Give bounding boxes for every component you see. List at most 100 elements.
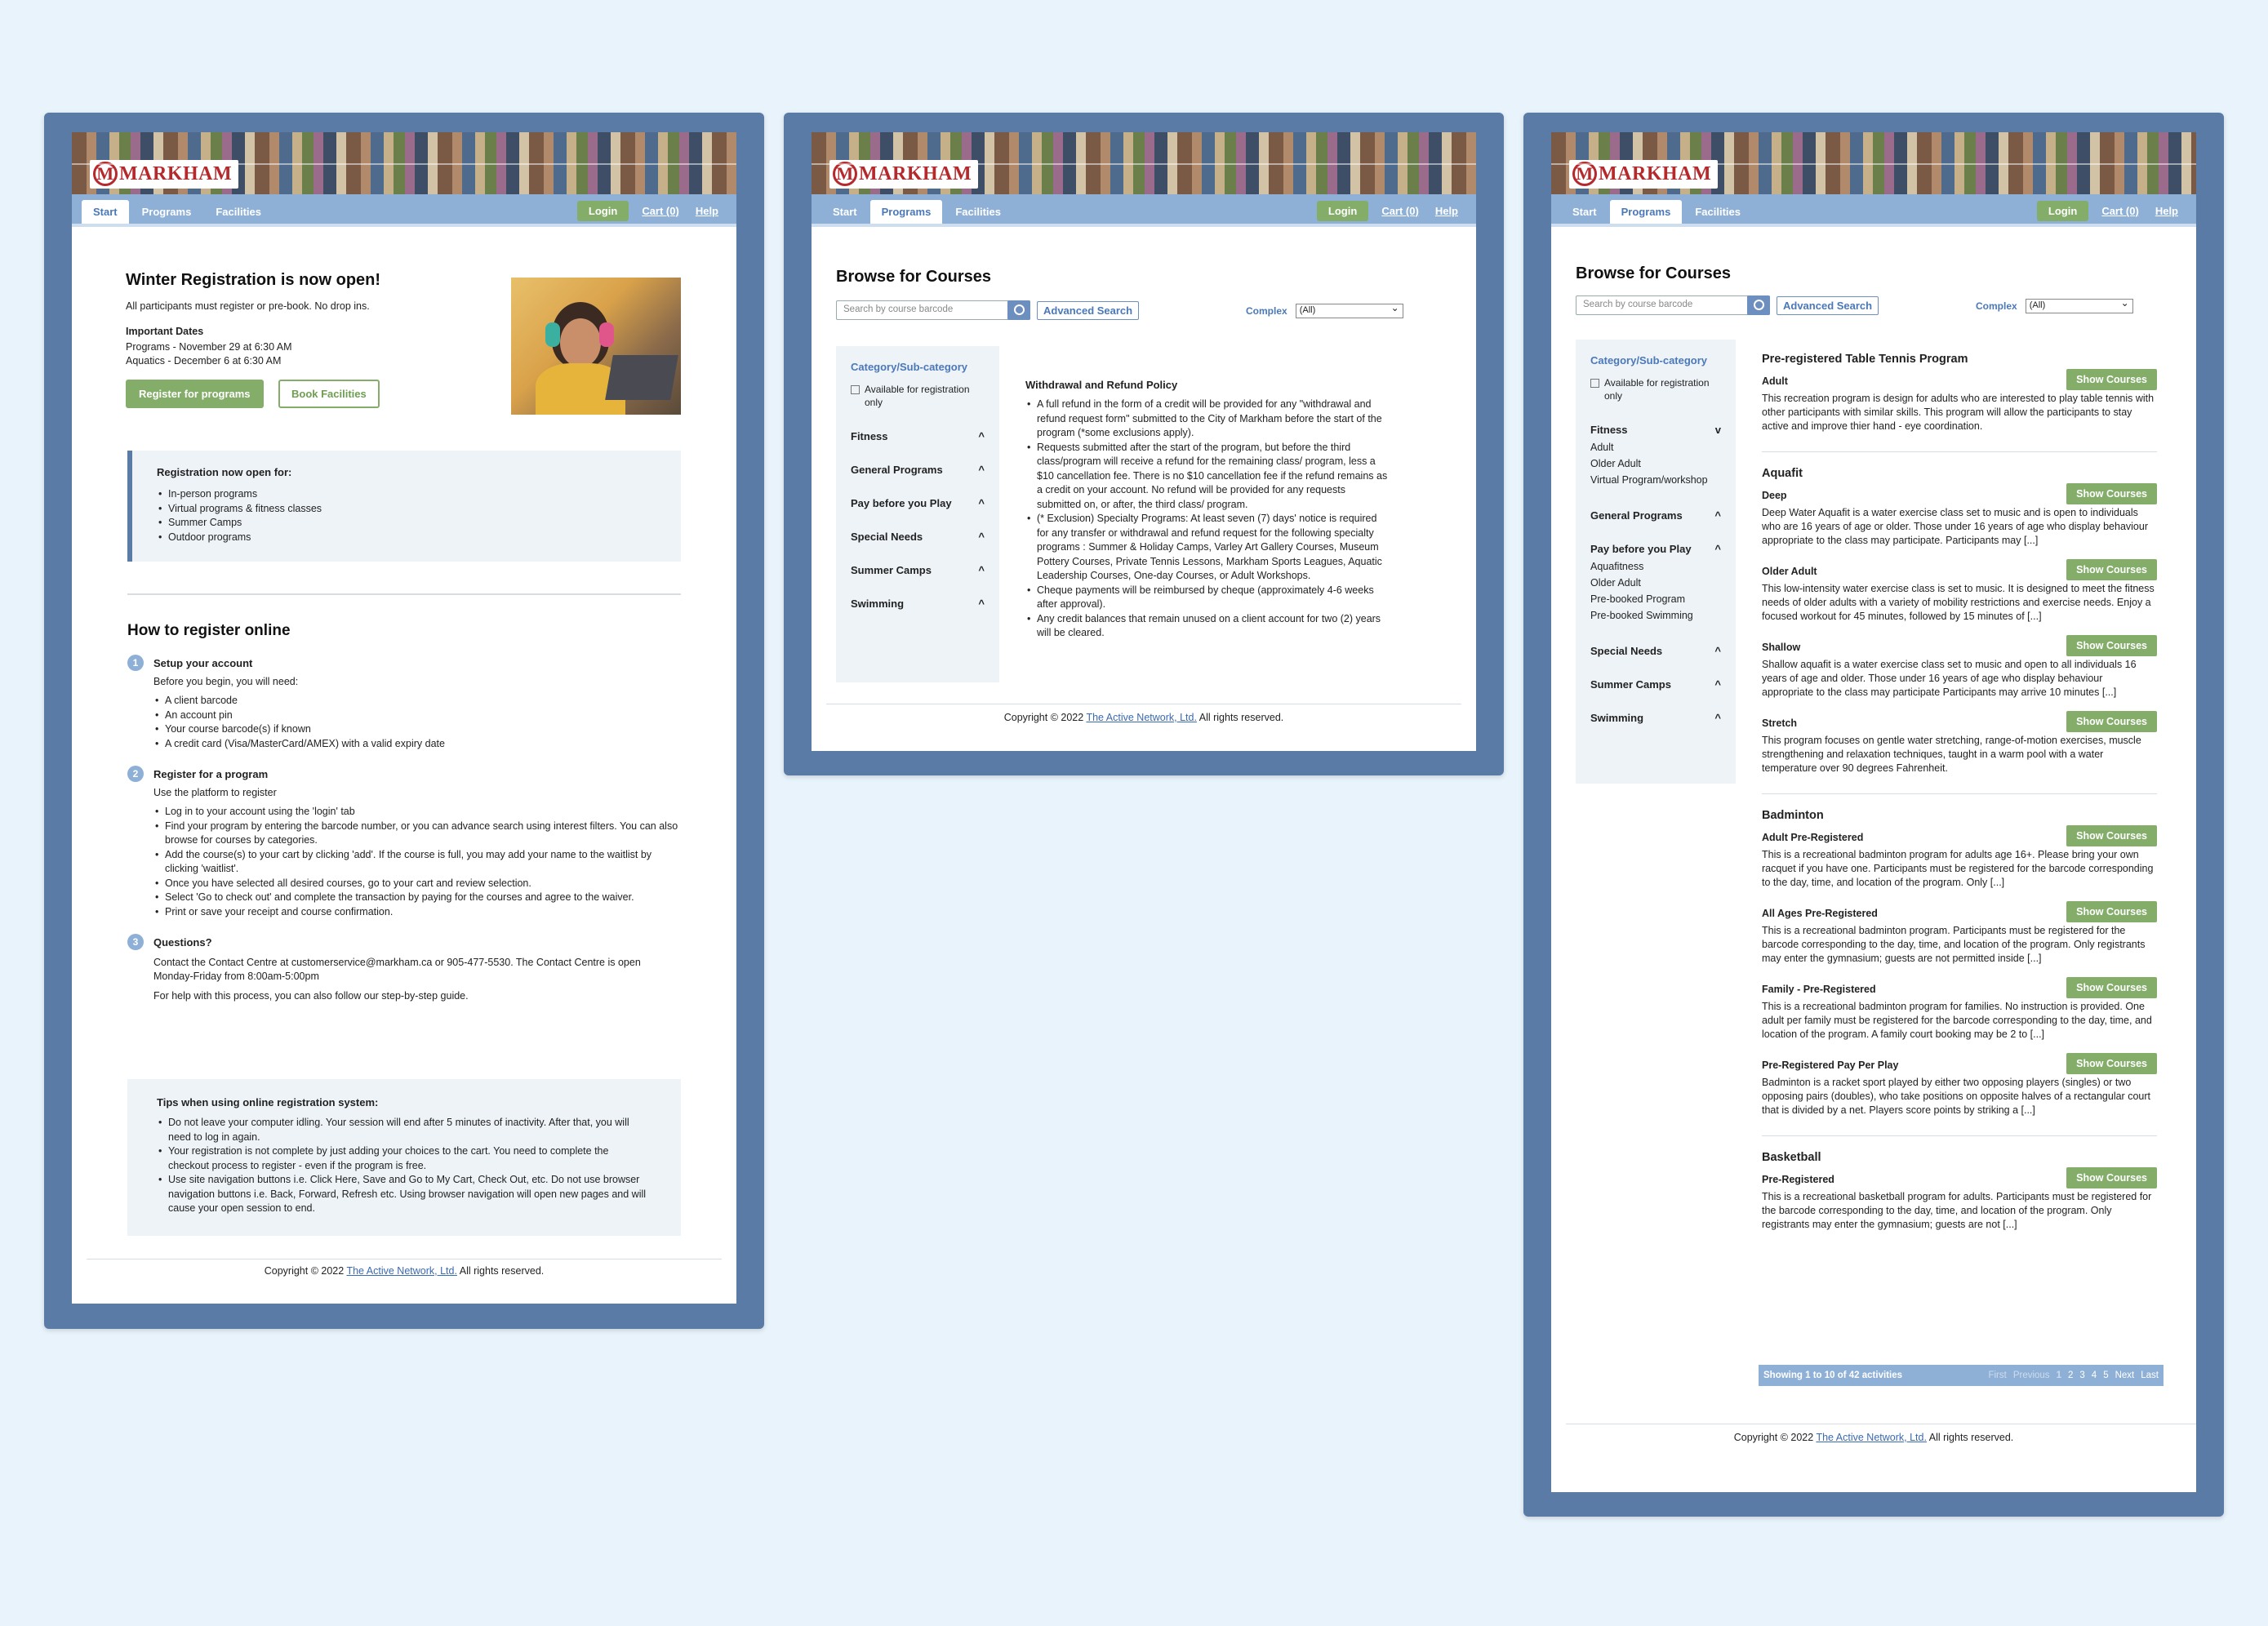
- list-item: Your course barcode(s) if known: [153, 722, 683, 737]
- cart-link[interactable]: Cart (0): [642, 205, 679, 217]
- date-aquatics: Aquatics - December 6 at 6:30 AM: [126, 355, 282, 367]
- show-courses-button[interactable]: Show Courses: [2066, 711, 2157, 732]
- footer-rights: All rights reserved.: [1198, 712, 1284, 723]
- header-banner: M MARKHAM: [812, 132, 1476, 194]
- footer-active-link[interactable]: The Active Network, Ltd.: [346, 1265, 456, 1277]
- complex-select[interactable]: (All): [2025, 297, 2133, 313]
- sidebar-subitem[interactable]: Older Adult: [1590, 455, 1721, 472]
- show-courses-button[interactable]: Show Courses: [2066, 559, 2157, 580]
- sidebar-item-category[interactable]: Special Needs ^: [1590, 645, 1721, 657]
- markham-logo[interactable]: M MARKHAM: [829, 160, 979, 189]
- help-link[interactable]: Help: [2155, 205, 2178, 217]
- search-input[interactable]: Search by course barcode: [1576, 295, 1770, 315]
- pagination-bar: Showing 1 to 10 of 42 activities First Pr…: [1759, 1365, 2163, 1386]
- open-heading: Registration now open for:: [157, 466, 292, 478]
- list-item: Show Courses Older Adult This low-intensit…: [1762, 559, 2157, 624]
- pagination-link[interactable]: 1: [2057, 1371, 2061, 1380]
- policy-title: Withdrawal and Refund Policy: [1025, 379, 1178, 391]
- login-button[interactable]: Login: [2036, 201, 2089, 221]
- sidebar-item-category[interactable]: Summer Camps ^: [1590, 678, 1721, 691]
- sidebar-item-pay-before[interactable]: Pay before you Play ^: [851, 497, 985, 509]
- search-icon[interactable]: [1747, 295, 1770, 315]
- sidebar-item-general[interactable]: General Programs ^: [851, 464, 985, 476]
- markham-logo[interactable]: M MARKHAM: [90, 160, 239, 189]
- list-item: An account pin: [153, 709, 683, 723]
- footer: Copyright © 2022 The Active Network, Ltd…: [72, 1265, 736, 1277]
- show-courses-button[interactable]: Show Courses: [2066, 901, 2157, 922]
- sidebar-item-category[interactable]: Swimming ^: [1590, 712, 1721, 724]
- sidebar-subitem[interactable]: Older Adult: [1590, 575, 1721, 591]
- pagination-link[interactable]: 4: [2092, 1371, 2097, 1380]
- cart-link[interactable]: Cart (0): [1381, 205, 1419, 217]
- list-item: Show Courses Stretch This program focuses …: [1762, 711, 2157, 775]
- tab-start[interactable]: Start: [1561, 200, 1608, 224]
- show-courses-button[interactable]: Show Courses: [2066, 635, 2157, 656]
- sidebar-subitem[interactable]: Pre-booked Program: [1590, 591, 1721, 607]
- sidebar-item-fitness[interactable]: Fitness ^: [851, 430, 985, 442]
- list-item: Log in to your account using the 'login'…: [153, 805, 683, 820]
- sidebar-item-swimming[interactable]: Swimming ^: [851, 598, 985, 610]
- pagination-link[interactable]: Next: [2115, 1371, 2135, 1380]
- tab-start[interactable]: Start: [821, 200, 869, 224]
- tab-facilities[interactable]: Facilities: [204, 200, 273, 224]
- footer-active-link[interactable]: The Active Network, Ltd.: [1086, 712, 1196, 723]
- book-facilities-button[interactable]: Book Facilities: [278, 380, 380, 408]
- search-icon[interactable]: [1007, 300, 1030, 320]
- show-courses-button[interactable]: Show Courses: [2066, 1053, 2157, 1074]
- hero-image: [511, 278, 681, 415]
- chevron-icon: ^: [1714, 645, 1721, 657]
- chevron-up-icon: ^: [978, 497, 985, 509]
- chevron-up-icon: ^: [978, 531, 985, 543]
- show-courses-button[interactable]: Show Courses: [2066, 977, 2157, 998]
- pagination-summary: Showing 1 to 10 of 42 activities: [1763, 1371, 1902, 1380]
- markham-logo[interactable]: M MARKHAM: [1569, 160, 1719, 189]
- dates-heading: Important Dates: [126, 326, 204, 337]
- tab-programs[interactable]: Programs: [869, 200, 943, 224]
- pagination-link[interactable]: Last: [2141, 1371, 2159, 1380]
- tab-facilities[interactable]: Facilities: [1683, 200, 1752, 224]
- chevron-icon: ^: [1714, 678, 1721, 691]
- tab-programs[interactable]: Programs: [131, 200, 203, 224]
- sidebar-item-category[interactable]: General Programs ^: [1590, 509, 1721, 522]
- step-intro: Use the platform to register: [153, 787, 277, 798]
- help-link[interactable]: Help: [696, 205, 718, 217]
- available-checkbox[interactable]: Available for registration only: [1590, 376, 1721, 402]
- sidebar-item-category[interactable]: Pay before you Play ^: [1590, 543, 1721, 555]
- sidebar-subitem[interactable]: Aquafitness: [1590, 558, 1721, 575]
- sidebar-subitem[interactable]: Pre-booked Swimming: [1590, 607, 1721, 624]
- login-button[interactable]: Login: [1316, 201, 1369, 221]
- pagination-link[interactable]: 5: [2103, 1371, 2108, 1380]
- sidebar-subitem[interactable]: Adult: [1590, 439, 1721, 455]
- tips-box: Tips when using online registration syst…: [127, 1079, 681, 1236]
- list-item: In-person programs: [157, 487, 656, 502]
- sidebar-item-special-needs[interactable]: Special Needs ^: [851, 531, 985, 543]
- sidebar-subitem[interactable]: Virtual Program/workshop: [1590, 472, 1721, 488]
- search-bar: Search by course barcode Advanced Search: [836, 300, 1140, 320]
- show-courses-button[interactable]: Show Courses: [2066, 1167, 2157, 1188]
- tab-start[interactable]: Start: [82, 200, 129, 224]
- advanced-search-button[interactable]: Advanced Search: [1777, 295, 1879, 315]
- help-link[interactable]: Help: [1435, 205, 1458, 217]
- list-item: Show Courses Adult This recreation program…: [1762, 369, 2157, 433]
- show-courses-button[interactable]: Show Courses: [2066, 825, 2157, 846]
- pagination-link[interactable]: 3: [2079, 1371, 2084, 1380]
- login-button[interactable]: Login: [576, 201, 629, 221]
- available-checkbox[interactable]: Available for registration only: [851, 383, 985, 409]
- cart-link[interactable]: Cart (0): [2101, 205, 2139, 217]
- program-description: This is a recreational badminton program…: [1762, 925, 2146, 964]
- footer-active-link[interactable]: The Active Network, Ltd.: [1816, 1432, 1926, 1443]
- sidebar-item-summer-camps[interactable]: Summer Camps ^: [851, 564, 985, 576]
- tab-facilities[interactable]: Facilities: [944, 200, 1012, 224]
- tab-programs[interactable]: Programs: [1609, 200, 1683, 224]
- sidebar-item-category[interactable]: Fitness v: [1590, 424, 1721, 436]
- advanced-search-button[interactable]: Advanced Search: [1037, 300, 1140, 320]
- pagination-link[interactable]: Previous: [2013, 1371, 2050, 1380]
- pagination-link[interactable]: First: [1988, 1371, 2006, 1380]
- pagination-link[interactable]: 2: [2068, 1371, 2073, 1380]
- show-courses-button[interactable]: Show Courses: [2066, 483, 2157, 504]
- show-courses-button[interactable]: Show Courses: [2066, 369, 2157, 390]
- complex-select[interactable]: (All): [1295, 302, 1403, 318]
- register-programs-button[interactable]: Register for programs: [126, 380, 264, 408]
- search-input[interactable]: Search by course barcode: [836, 300, 1030, 320]
- chevron-icon: ^: [1714, 509, 1721, 522]
